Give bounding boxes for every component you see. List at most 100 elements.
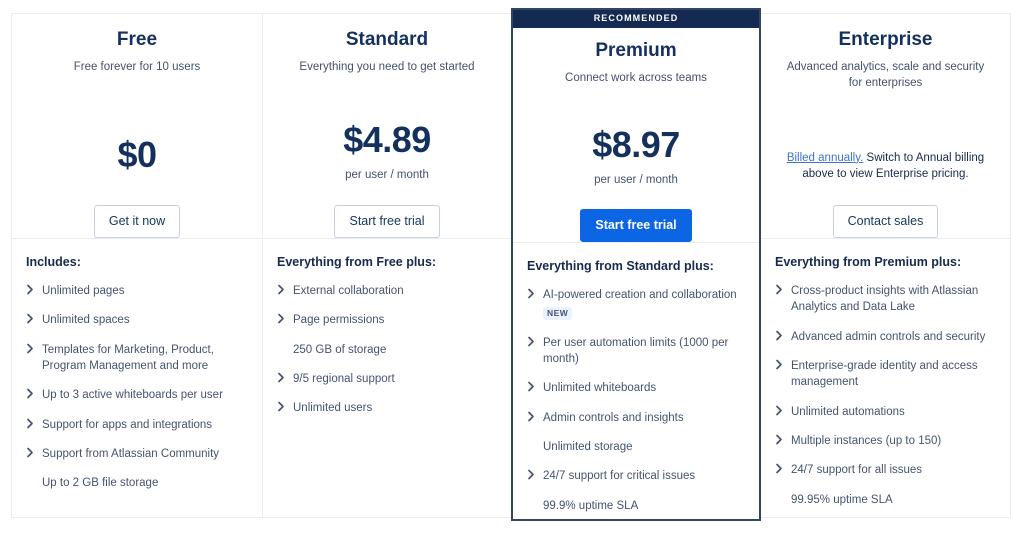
feature-label: Unlimited whiteboards [543,382,657,395]
chevron-right-icon [527,335,543,347]
plan-card-free: Free Free forever for 10 users $0 Get it… [11,13,263,518]
plan-name: Premium [595,40,677,61]
plan-cta-wrap: Contact sales [775,183,996,238]
chevron-right-icon [527,410,543,422]
features-title: Everything from Free plus: [277,255,437,269]
feature-label: AI-powered creation and collaboration [543,289,737,301]
feature-item: Unlimited users [277,400,497,416]
chevron-right-icon [775,358,791,370]
start-free-trial-button[interactable]: Start free trial [580,208,692,242]
feature-label: Unlimited automations [791,405,905,418]
plan-price-block: $4.89 per user / month [277,118,497,183]
feature-item: Multiple instances (up to 150) [775,433,996,449]
feature-label: Admin controls and insights [543,411,684,424]
feature-label: Enterprise-grade identity and access man… [791,359,978,389]
plan-name: Standard [345,29,429,50]
chevron-right-icon [775,283,791,295]
plan-price: $0 [117,133,157,175]
chevron-right-icon [26,342,42,354]
feature-item: 9/5 regional support [277,371,497,387]
chevron-right-icon [527,380,543,392]
feature-label: Templates for Marketing, Product, Progra… [42,343,214,372]
price-caption: per user / month [594,173,678,186]
feature-label: Per user automation limits (1000 per mon… [543,336,729,365]
feature-label-wrap: AI-powered creation and collaboration NE… [543,287,745,322]
feature-label: External collaboration [293,285,404,297]
feature-item: Unlimited pages [26,283,248,299]
plan-tagline: Advanced analytics, scale and security f… [786,60,985,89]
feature-item: Templates for Marketing, Product, Progra… [26,342,248,375]
contact-sales-button[interactable]: Contact sales [832,204,939,238]
plan-features-standard: Everything from Free plus: External coll… [263,239,511,517]
feature-item: Unlimited whiteboards [527,380,745,396]
chevron-right-icon [775,462,791,474]
chevron-right-icon [775,329,791,341]
features-title: Includes: [26,255,81,269]
plan-price: $4.89 [343,118,431,160]
chevron-right-icon [775,404,791,416]
chevron-right-icon [277,400,293,412]
chevron-right-icon [527,287,543,299]
pricing-plans-grid: Free Free forever for 10 users $0 Get it… [0,0,1024,537]
chevron-right-icon [527,468,543,480]
chevron-right-icon-hidden [527,498,543,510]
plan-price: $8.97 [592,123,680,165]
feature-item: Admin controls and insights [527,410,745,426]
feature-item: Support from Atlassian Community [26,446,248,462]
feature-label: 99.9% uptime SLA [543,499,639,512]
feature-label: Advanced admin controls and security [791,330,986,343]
feature-item: Page permissions [277,312,497,328]
feature-item: Enterprise-grade identity and access man… [775,358,996,391]
plan-cta-wrap: Start free trial [527,188,745,242]
chevron-right-icon [277,312,293,324]
feature-item: AI-powered creation and collaboration NE… [527,287,745,322]
feature-item: 99.95% uptime SLA [775,492,996,508]
feature-label: 24/7 support for critical issues [543,470,696,483]
feature-list: Unlimited pages Unlimited spaces Templat… [26,283,248,492]
chevron-right-icon [26,417,42,429]
feature-label: Unlimited pages [42,285,125,297]
plan-features-free: Includes: Unlimited pages Unlimited spac… [12,239,262,517]
feature-item: Up to 2 GB file storage [26,475,248,491]
plan-price-block: $8.97 per user / month [527,123,745,188]
chevron-right-icon-hidden [775,492,791,504]
plan-tagline: Connect work across teams [565,71,707,84]
feature-item: Unlimited automations [775,404,996,420]
get-it-now-button[interactable]: Get it now [93,204,181,238]
features-title: Everything from Standard plus: [527,259,714,273]
billed-annually-link[interactable]: Billed annually. [787,152,864,164]
feature-item: Support for apps and integrations [26,417,248,433]
feature-label: Multiple instances (up to 150) [791,434,942,447]
feature-item: Cross-product insights with Atlassian An… [775,283,996,316]
feature-label: Support for apps and integrations [42,418,213,431]
feature-label: Cross-product insights with Atlassian An… [791,285,979,314]
plan-header-standard: Standard Everything you need to get star… [263,14,511,238]
plan-cta-wrap: Start free trial [277,183,497,238]
feature-label: Up to 3 active whiteboards per user [42,389,223,402]
plan-header-premium: Premium Connect work across teams $8.97 … [513,28,759,242]
feature-list: AI-powered creation and collaboration NE… [527,287,745,514]
feature-label: Unlimited storage [543,440,633,453]
feature-label: Up to 2 GB file storage [42,477,159,490]
plan-header-free: Free Free forever for 10 users $0 Get it… [12,14,262,238]
start-free-trial-button[interactable]: Start free trial [334,204,440,238]
feature-label: Unlimited users [293,402,373,415]
feature-list: External collaboration Page permissions … [277,283,497,417]
features-title: Everything from Premium plus: [775,255,962,269]
feature-item: Up to 3 active whiteboards per user [26,387,248,403]
plan-features-enterprise: Everything from Premium plus: Cross-prod… [761,239,1010,518]
new-badge: NEW [543,307,573,320]
billing-note: Billed annually. Switch to Annual billin… [775,150,996,183]
feature-item: 24/7 support for all issues [775,462,996,478]
feature-item: External collaboration [277,283,497,299]
feature-item: Unlimited spaces [26,312,248,328]
plan-card-premium: RECOMMENDED Premium Connect work across … [511,8,761,521]
chevron-right-icon-hidden [277,342,293,354]
recommended-badge: RECOMMENDED [513,10,759,28]
chevron-right-icon [26,312,42,324]
plan-features-premium: Everything from Standard plus: AI-powere… [513,243,759,524]
feature-label: 250 GB of storage [293,343,387,356]
chevron-right-icon [26,387,42,399]
plan-header-enterprise: Enterprise Advanced analytics, scale and… [761,14,1010,238]
plan-name: Enterprise [838,29,933,50]
